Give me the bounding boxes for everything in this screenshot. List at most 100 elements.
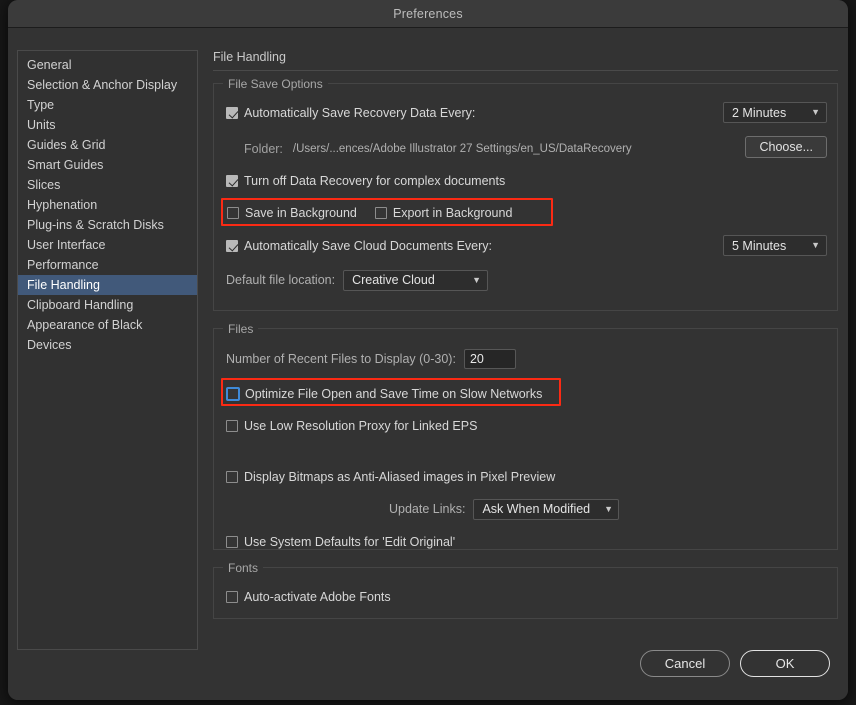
files-legend: Files [223, 322, 258, 336]
chevron-down-icon: ▼ [604, 505, 613, 514]
sidebar-item-label: Performance [27, 258, 99, 272]
sidebar-item-user-interface[interactable]: User Interface [18, 235, 197, 255]
checkbox-box-icon [226, 471, 238, 483]
dialog-body: General Selection & Anchor Display Type … [8, 28, 848, 700]
background-options-row: Save in Background Export in Background [226, 202, 825, 224]
sidebar-item-label: Smart Guides [27, 158, 103, 172]
save-in-background-label: Save in Background [245, 206, 357, 220]
sidebar-item-appearance-of-black[interactable]: Appearance of Black [18, 315, 197, 335]
recent-files-row: Number of Recent Files to Display (0-30)… [226, 348, 825, 370]
turn-off-recovery-checkbox[interactable]: Turn off Data Recovery for complex docum… [226, 174, 505, 188]
sidebar-item-label: Selection & Anchor Display [27, 78, 177, 92]
sidebar-item-label: Clipboard Handling [27, 298, 133, 312]
export-in-background-label: Export in Background [393, 206, 513, 220]
sidebar-item-label: Plug-ins & Scratch Disks [27, 218, 164, 232]
turn-off-recovery-label: Turn off Data Recovery for complex docum… [244, 174, 505, 188]
dialog-title: Preferences [393, 7, 463, 21]
default-file-location-select[interactable]: Creative Cloud ▼ [343, 270, 488, 291]
chevron-down-icon: ▼ [811, 241, 820, 250]
sidebar-item-label: File Handling [27, 278, 100, 292]
system-defaults-label: Use System Defaults for 'Edit Original' [244, 535, 455, 549]
sidebar-item-clipboard-handling[interactable]: Clipboard Handling [18, 295, 197, 315]
chevron-down-icon: ▼ [472, 276, 481, 285]
files-group: Files Number of Recent Files to Display … [213, 328, 838, 550]
sidebar-item-performance[interactable]: Performance [18, 255, 197, 275]
auto-save-recovery-checkbox[interactable]: Automatically Save Recovery Data Every: [226, 106, 475, 120]
panel-heading: File Handling [213, 50, 838, 71]
low-res-proxy-checkbox[interactable]: Use Low Resolution Proxy for Linked EPS [226, 419, 477, 433]
turn-off-recovery-row: Turn off Data Recovery for complex docum… [226, 170, 825, 192]
preferences-dialog: Preferences General Selection & Anchor D… [8, 0, 848, 700]
recovery-interval-value: 2 Minutes [732, 106, 786, 120]
checkbox-box-icon [227, 388, 239, 400]
cloud-interval-value: 5 Minutes [732, 239, 786, 253]
auto-save-cloud-label: Automatically Save Cloud Documents Every… [244, 239, 492, 253]
auto-save-recovery-label: Automatically Save Recovery Data Every: [244, 106, 475, 120]
update-links-label: Update Links: [389, 502, 465, 516]
recovery-folder-row: Folder: /Users/...ences/Adobe Illustrato… [226, 138, 825, 160]
optimize-slow-networks-row: Optimize File Open and Save Time on Slow… [226, 383, 825, 405]
sidebar-item-label: Slices [27, 178, 60, 192]
auto-save-cloud-checkbox[interactable]: Automatically Save Cloud Documents Every… [226, 239, 492, 253]
update-links-row: Update Links: Ask When Modified ▼ [226, 498, 825, 520]
optimize-slow-networks-checkbox[interactable]: Optimize File Open and Save Time on Slow… [227, 387, 542, 401]
sidebar-item-label: General [27, 58, 71, 72]
sidebar-item-label: Hyphenation [27, 198, 97, 212]
low-res-proxy-row: Use Low Resolution Proxy for Linked EPS [226, 415, 825, 437]
checkbox-box-icon [226, 107, 238, 119]
dialog-title-bar: Preferences [8, 0, 848, 28]
recovery-folder-label: Folder: [244, 142, 283, 156]
sidebar-item-devices[interactable]: Devices [18, 335, 197, 355]
checkbox-box-icon [226, 240, 238, 252]
auto-activate-fonts-row: Auto-activate Adobe Fonts [226, 586, 825, 608]
ok-button[interactable]: OK [740, 650, 830, 677]
sidebar-item-label: Guides & Grid [27, 138, 106, 152]
cloud-interval-select[interactable]: 5 Minutes ▼ [723, 235, 827, 256]
default-file-location-label: Default file location: [226, 273, 335, 287]
sidebar-item-label: Units [27, 118, 55, 132]
sidebar-item-guides-grid[interactable]: Guides & Grid [18, 135, 197, 155]
sidebar-item-units[interactable]: Units [18, 115, 197, 135]
default-file-location-row: Default file location: Creative Cloud ▼ [226, 269, 825, 291]
dialog-footer: Cancel OK [640, 650, 830, 677]
sidebar-item-type[interactable]: Type [18, 95, 197, 115]
sidebar-item-plugins-scratch-disks[interactable]: Plug-ins & Scratch Disks [18, 215, 197, 235]
preferences-category-list[interactable]: General Selection & Anchor Display Type … [17, 50, 198, 650]
export-in-background-checkbox[interactable]: Export in Background [375, 206, 513, 220]
update-links-select[interactable]: Ask When Modified ▼ [473, 499, 619, 520]
update-links-value: Ask When Modified [482, 502, 590, 516]
checkbox-box-icon [375, 207, 387, 219]
display-bitmaps-label: Display Bitmaps as Anti-Aliased images i… [244, 470, 555, 484]
fonts-legend: Fonts [223, 561, 263, 575]
sidebar-item-file-handling[interactable]: File Handling [18, 275, 197, 295]
auto-activate-fonts-label: Auto-activate Adobe Fonts [244, 590, 391, 604]
preferences-panel: File Handling File Save Options Automati… [213, 50, 838, 636]
chevron-down-icon: ▼ [811, 108, 820, 117]
display-bitmaps-row: Display Bitmaps as Anti-Aliased images i… [226, 466, 825, 488]
save-in-background-checkbox[interactable]: Save in Background [227, 206, 357, 220]
auto-save-cloud-row: Automatically Save Cloud Documents Every… [226, 235, 825, 257]
cancel-button[interactable]: Cancel [640, 650, 730, 677]
sidebar-item-label: Devices [27, 338, 71, 352]
auto-activate-fonts-checkbox[interactable]: Auto-activate Adobe Fonts [226, 590, 391, 604]
recent-files-input[interactable] [464, 349, 516, 369]
optimize-slow-networks-label: Optimize File Open and Save Time on Slow… [245, 387, 542, 401]
recovery-interval-select[interactable]: 2 Minutes ▼ [723, 102, 827, 123]
display-bitmaps-checkbox[interactable]: Display Bitmaps as Anti-Aliased images i… [226, 470, 555, 484]
file-save-options-group: File Save Options Automatically Save Rec… [213, 83, 838, 311]
sidebar-item-general[interactable]: General [18, 55, 197, 75]
sidebar-item-smart-guides[interactable]: Smart Guides [18, 155, 197, 175]
default-file-location-value: Creative Cloud [352, 273, 435, 287]
checkbox-box-icon [226, 536, 238, 548]
low-res-proxy-label: Use Low Resolution Proxy for Linked EPS [244, 419, 477, 433]
sidebar-item-label: User Interface [27, 238, 106, 252]
sidebar-item-selection-anchor-display[interactable]: Selection & Anchor Display [18, 75, 197, 95]
checkbox-box-icon [226, 420, 238, 432]
choose-folder-button[interactable]: Choose... [745, 136, 827, 158]
recovery-folder-path: /Users/...ences/Adobe Illustrator 27 Set… [293, 143, 632, 155]
sidebar-item-hyphenation[interactable]: Hyphenation [18, 195, 197, 215]
checkbox-box-icon [226, 175, 238, 187]
system-defaults-row: Use System Defaults for 'Edit Original' [226, 531, 825, 553]
system-defaults-checkbox[interactable]: Use System Defaults for 'Edit Original' [226, 535, 455, 549]
sidebar-item-slices[interactable]: Slices [18, 175, 197, 195]
